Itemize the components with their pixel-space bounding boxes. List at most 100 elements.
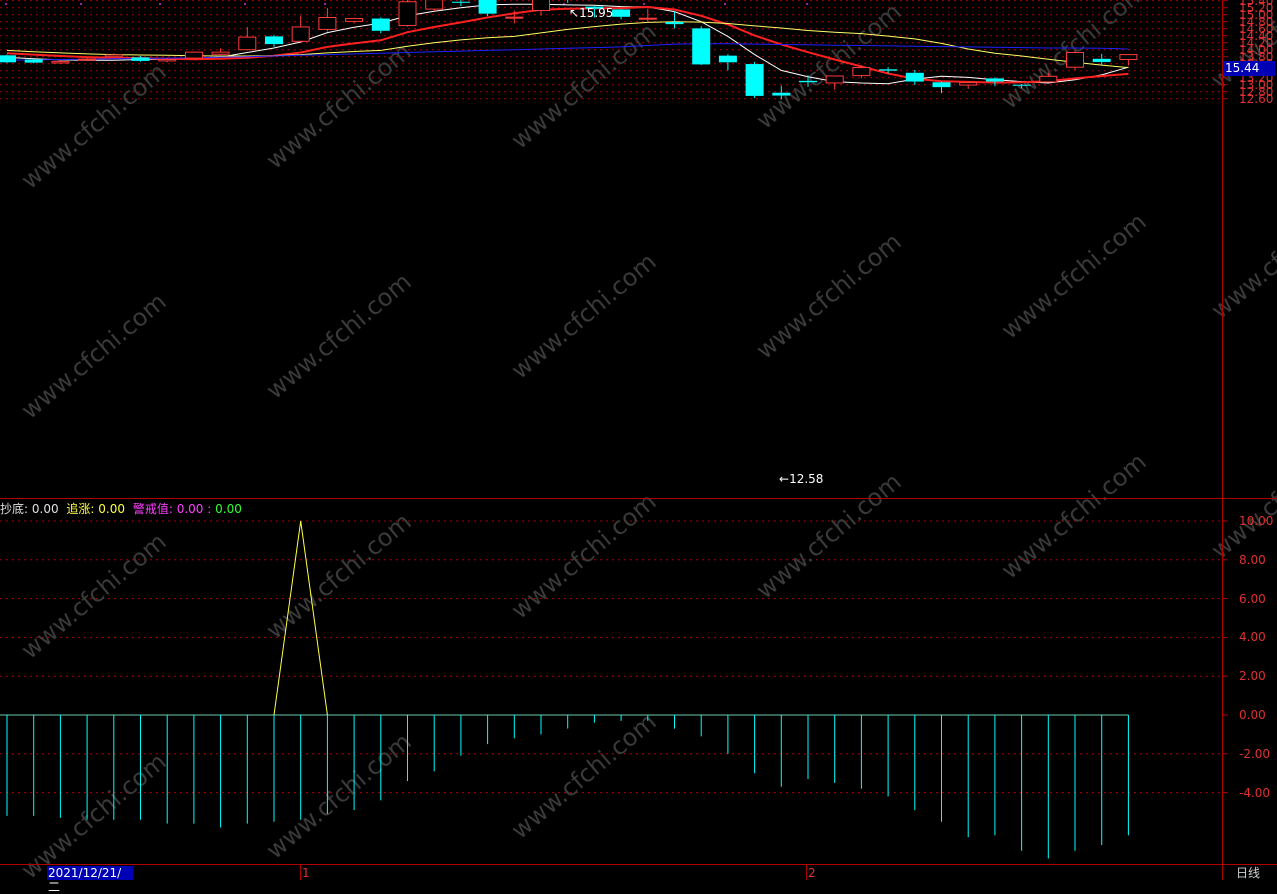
candle-body-down xyxy=(665,22,684,25)
watermark-text: www.cfchi.com xyxy=(16,527,172,664)
candle-body-down xyxy=(692,28,711,65)
candle-body-down xyxy=(0,55,16,63)
candle xyxy=(211,48,230,55)
candle xyxy=(184,51,203,59)
candle-body-down xyxy=(745,64,764,96)
indicator-axis-label: 8.00 xyxy=(1239,552,1266,567)
candle-body-up xyxy=(345,18,364,22)
top-tick xyxy=(724,3,726,5)
low-marker-label: ←12.58 xyxy=(779,472,823,486)
candle-body-down xyxy=(478,0,497,14)
buy-value: 0.00 xyxy=(31,502,59,516)
top-tick xyxy=(324,3,326,5)
candle xyxy=(612,9,631,20)
candle-body-down xyxy=(985,78,1004,82)
warn-separator: : xyxy=(207,502,212,516)
watermark-text: www.cfchi.com xyxy=(16,57,172,194)
watermark-text: www.cfchi.com xyxy=(261,507,417,644)
candle-body-up xyxy=(1066,52,1084,68)
candle-body-down xyxy=(612,9,631,17)
candle xyxy=(932,81,951,94)
candle-body-up xyxy=(1119,54,1138,60)
watermark-text: www.cfchi.com xyxy=(506,707,662,844)
candle-body-down xyxy=(932,82,951,88)
candle xyxy=(238,26,257,51)
period-label[interactable]: 日线 xyxy=(1236,866,1260,880)
candle xyxy=(451,0,470,6)
candle xyxy=(345,17,364,24)
candle xyxy=(398,0,417,27)
warn-value-2: 0.00 xyxy=(215,502,242,516)
candle-body-down xyxy=(799,80,817,83)
candle-body-up xyxy=(425,0,444,10)
candle xyxy=(905,70,924,86)
candle-body-up xyxy=(532,0,550,12)
watermark-text: www.cfchi.com xyxy=(261,37,417,174)
candle-body-up xyxy=(825,75,844,84)
ma60-line xyxy=(6,43,1129,61)
warn-label: 警戒值: xyxy=(132,502,173,516)
top-tick xyxy=(806,3,808,5)
top-tick xyxy=(159,3,161,5)
candle xyxy=(318,8,337,32)
high-marker-arrow: ↖ xyxy=(569,6,580,20)
watermark-text: www.cfchi.com xyxy=(996,447,1152,584)
candle xyxy=(959,81,978,89)
watermark-text: www.cfchi.com xyxy=(16,747,172,880)
candle-body-up xyxy=(158,59,177,62)
candle xyxy=(131,56,150,62)
candle xyxy=(567,0,569,3)
watermark-layer: www.cfchi.com www.cfchi.com www.cfchi.com w… xyxy=(16,0,1277,880)
watermark-text: www.cfchi.com xyxy=(996,207,1152,344)
candle-body-down xyxy=(879,69,898,71)
candle xyxy=(265,35,283,47)
candle-body-up xyxy=(959,82,978,86)
price-axis-label: 12.60 xyxy=(1239,91,1274,106)
low-marker-value: 12.58 xyxy=(789,472,824,486)
watermark-text: www.cfchi.com xyxy=(1206,427,1277,564)
top-tick xyxy=(643,3,645,5)
candle xyxy=(745,61,764,98)
candle xyxy=(104,53,123,58)
watermark-text: www.cfchi.com xyxy=(751,227,907,364)
ma10-line xyxy=(6,5,1129,84)
ma5-line xyxy=(6,3,1129,85)
candle-body-down xyxy=(265,36,283,45)
high-marker-value: 15.95 xyxy=(579,6,614,20)
price-chart[interactable]: www.cfchi.com www.cfchi.com www.cfchi.com w… xyxy=(0,0,1277,880)
candle-body-up xyxy=(638,17,657,20)
candle-body-down xyxy=(1092,58,1111,62)
indicator-axis-label: 10.00 xyxy=(1239,514,1274,528)
candle xyxy=(371,17,390,34)
top-tick xyxy=(80,3,82,5)
candle-body-up xyxy=(291,26,310,42)
month-label-1: 1 xyxy=(302,866,310,880)
chase-value: 0.00 xyxy=(98,502,126,516)
buy-label: 抄底: xyxy=(0,502,29,516)
low-marker-arrow: ← xyxy=(779,472,790,486)
chase-label: 追涨: xyxy=(66,502,95,516)
candle xyxy=(692,26,711,66)
high-marker-label: ↖15.95 xyxy=(569,6,613,20)
candle xyxy=(425,0,444,12)
candle-body-down xyxy=(905,72,924,82)
candle-body-up xyxy=(398,1,417,27)
indicator-legend: 抄底: 0.00 追涨: 0.00 警戒值: 0.00 : 0.00 xyxy=(0,502,242,516)
moving-average-lines xyxy=(6,3,1129,85)
candle-body-down xyxy=(718,55,737,63)
watermark-text: www.cfchi.com xyxy=(16,287,172,424)
candle xyxy=(718,54,737,71)
candle-body-down xyxy=(24,59,43,63)
watermark-text: www.cfchi.com xyxy=(751,0,907,135)
candle xyxy=(0,54,16,63)
candle xyxy=(78,58,97,61)
candle xyxy=(478,0,497,17)
watermark-text: www.cfchi.com xyxy=(506,247,662,384)
cursor-date-tag: 2021/12/21/二 xyxy=(47,866,133,894)
watermark-text: www.cfchi.com xyxy=(751,467,907,604)
watermark-text: www.cfchi.com xyxy=(506,487,662,624)
candle-body-down xyxy=(371,18,390,31)
candle-body-up xyxy=(78,58,97,61)
indicator-axis-label: 6.00 xyxy=(1239,591,1266,606)
candle-body-up xyxy=(238,36,257,51)
